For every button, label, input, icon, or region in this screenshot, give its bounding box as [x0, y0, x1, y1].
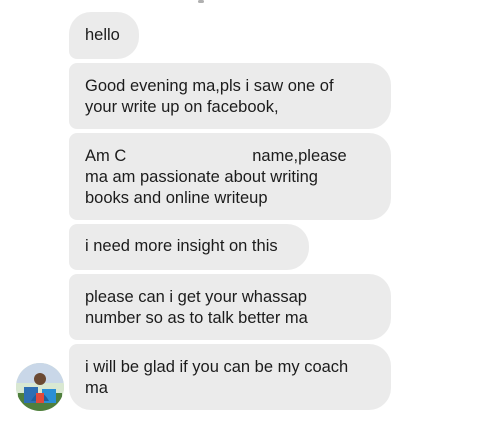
message-bubble[interactable]: Am C name,please ma am passionate about w…	[69, 133, 391, 220]
message-text: Good evening ma,pls i saw one of	[85, 77, 334, 95]
message-text: number so as to talk better ma	[85, 309, 308, 327]
avatar-icon	[16, 363, 64, 411]
message-bubble[interactable]: Good evening ma,pls i saw one of your wr…	[69, 63, 391, 129]
message-text: your write up on facebook,	[85, 98, 279, 116]
message-text: please can i get your whassap	[85, 288, 307, 306]
message-bubble[interactable]: i need more insight on this	[69, 224, 309, 270]
message-text: name,please	[252, 147, 347, 165]
scroll-remnant-mark	[198, 0, 204, 3]
message-text: i need more insight on this	[85, 237, 278, 255]
sender-avatar[interactable]	[16, 363, 64, 411]
message-text: ma am passionate about writing	[85, 168, 318, 186]
message-text: i will be glad if you can be my coach	[85, 358, 349, 376]
message-text: books and online writeup	[85, 189, 268, 207]
redaction-block	[126, 149, 253, 164]
message-bubble[interactable]: i will be glad if you can be my coach ma	[69, 344, 391, 410]
message-bubble[interactable]: hello	[69, 12, 139, 59]
message-text: hello	[85, 26, 120, 44]
message-text-redacted-line: Am C name,please	[85, 146, 373, 167]
message-text: Am C	[85, 147, 127, 165]
message-text: ma	[85, 379, 108, 397]
message-bubble[interactable]: please can i get your whassap number so …	[69, 274, 391, 340]
